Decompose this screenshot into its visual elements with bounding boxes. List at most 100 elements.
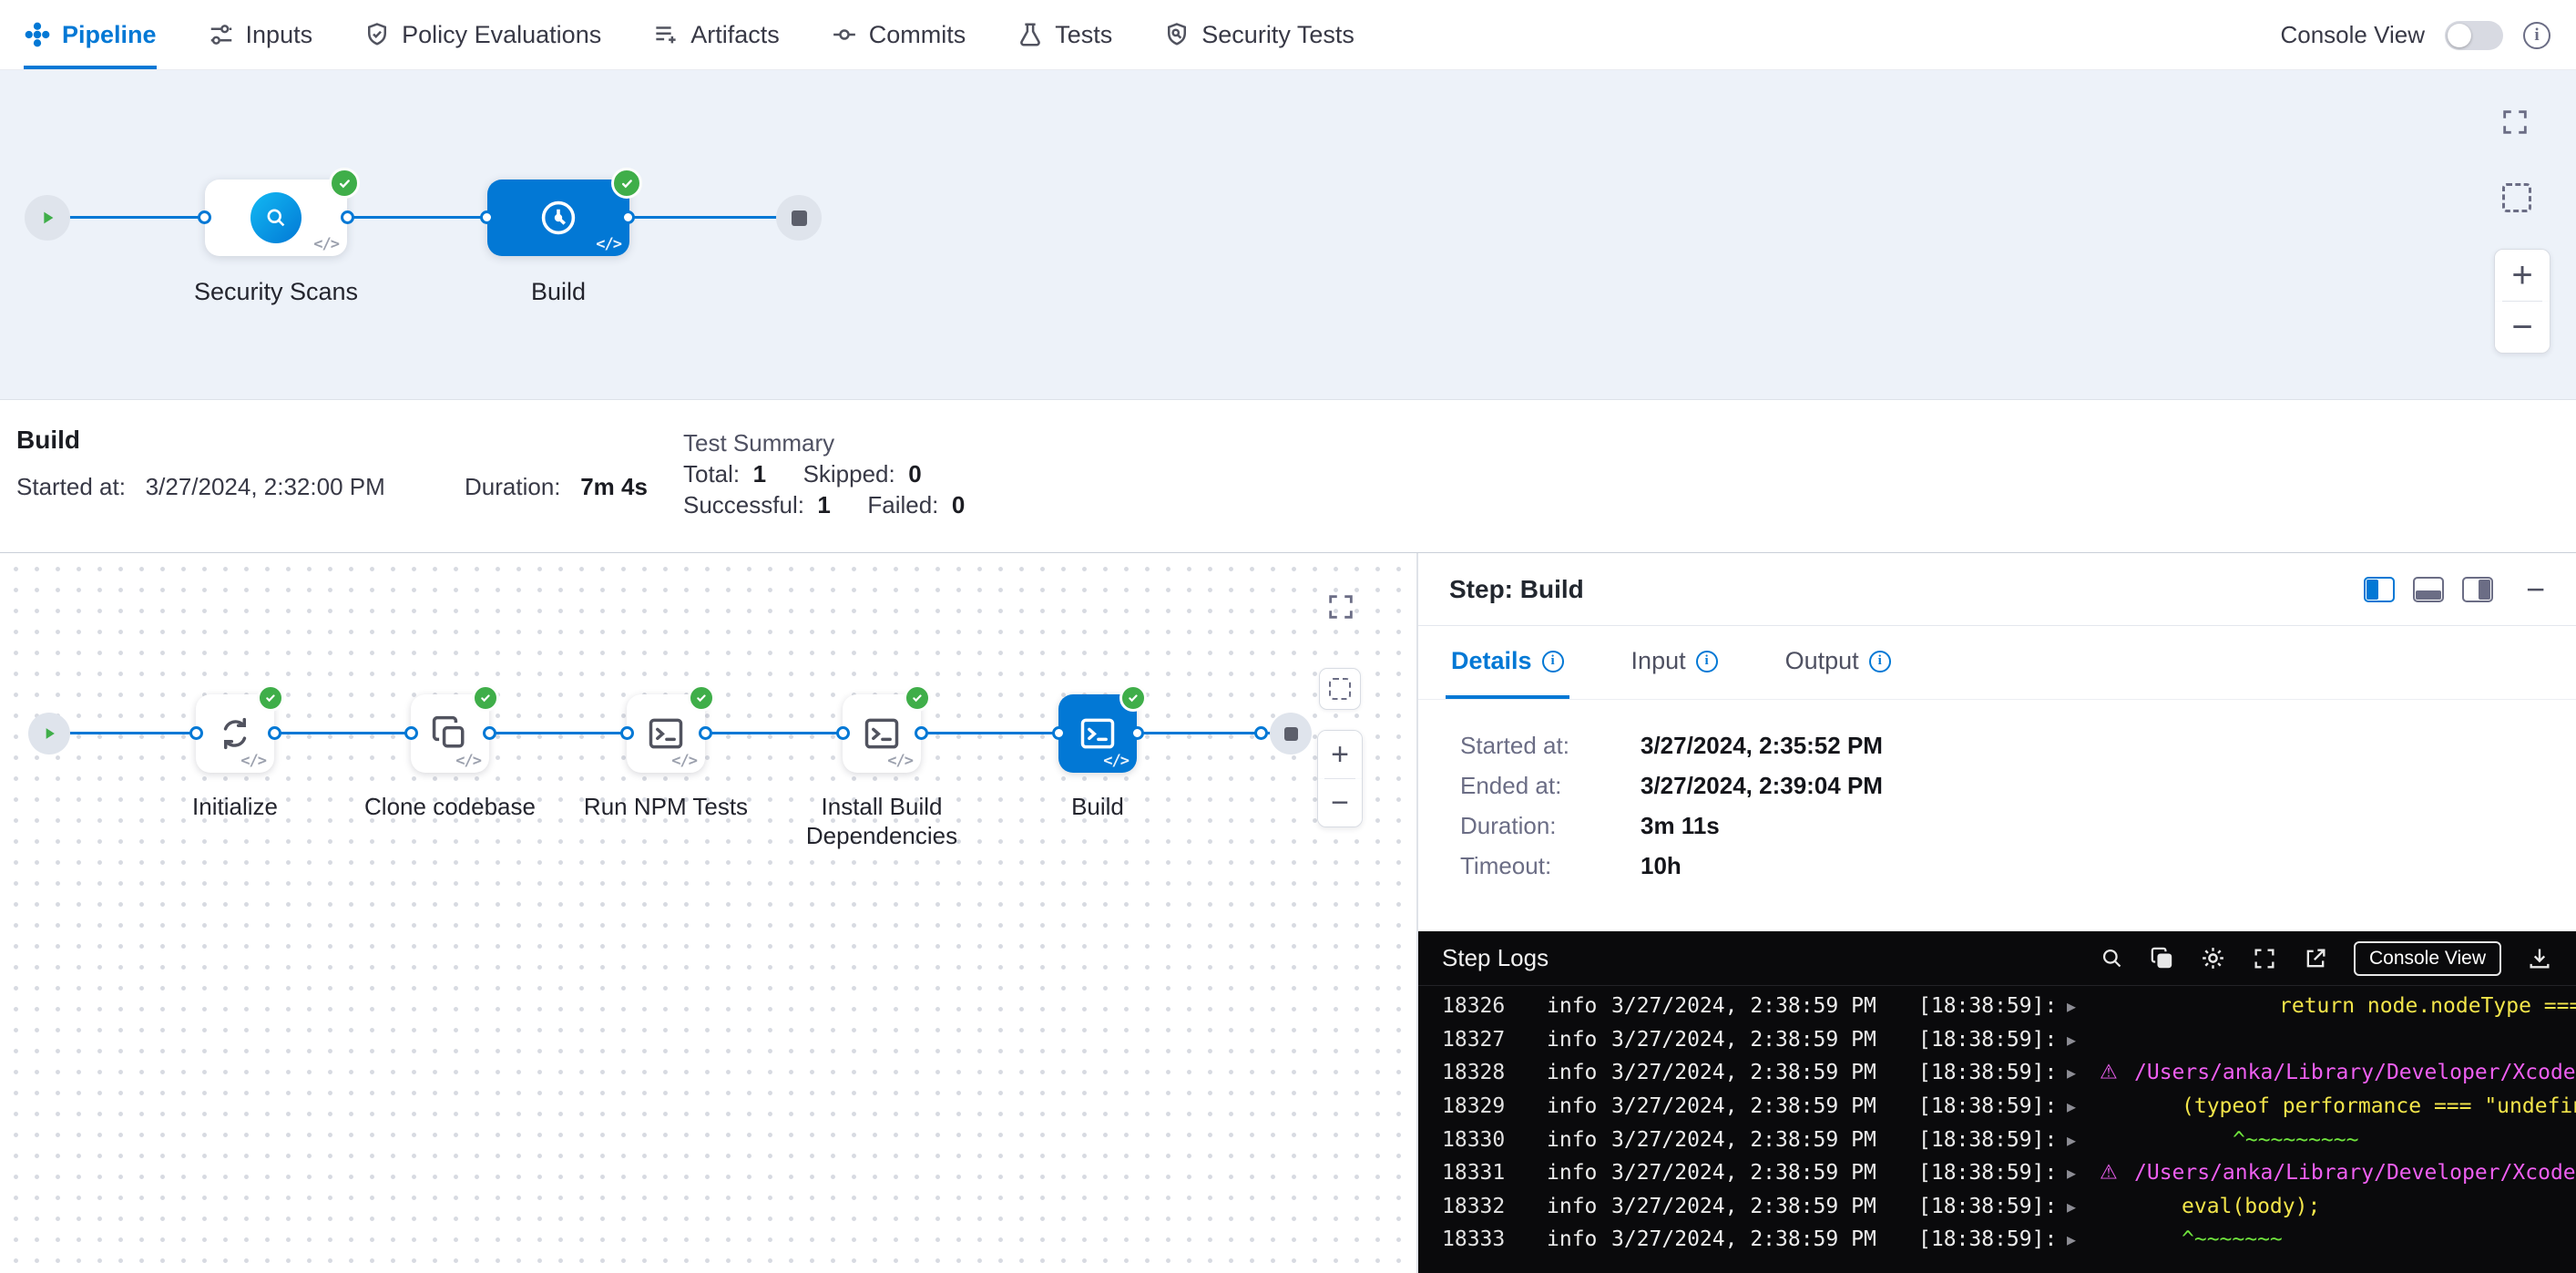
info-icon[interactable]: i bbox=[2523, 22, 2550, 49]
code-icon: </> bbox=[596, 235, 621, 253]
expand-arrow-icon[interactable]: ▸ bbox=[2067, 1062, 2076, 1083]
console-view-button[interactable]: Console View bbox=[2354, 941, 2501, 976]
step-node-build[interactable]: </> bbox=[1058, 694, 1137, 773]
tab-label: Commits bbox=[869, 21, 966, 49]
layout-right-panel-icon[interactable] bbox=[2462, 577, 2493, 602]
stage-connector-line bbox=[47, 216, 799, 219]
tab-input[interactable]: Input i bbox=[1626, 627, 1723, 699]
steps-end-node[interactable] bbox=[1270, 713, 1312, 755]
detail-row: Started at: 3/27/2024, 2:35:52 PM bbox=[1460, 732, 1883, 772]
stage-pipeline-canvas[interactable]: </> </> Security Scans Build + − bbox=[0, 70, 2576, 399]
step-details-list: Started at: 3/27/2024, 2:35:52 PM Ended … bbox=[1460, 732, 1883, 892]
panel-layout-controls: − bbox=[2364, 577, 2545, 602]
copy-icon[interactable] bbox=[2150, 946, 2174, 970]
duration: Duration: 7m 4s bbox=[465, 473, 648, 501]
pipeline-end-node[interactable] bbox=[776, 195, 822, 241]
tab-details[interactable]: Details i bbox=[1446, 627, 1569, 699]
fullscreen-icon[interactable] bbox=[2499, 107, 2530, 142]
info-glyph: i bbox=[1550, 653, 1554, 669]
total-label: Total: bbox=[683, 460, 740, 488]
expand-arrow-icon[interactable]: ▸ bbox=[2067, 1196, 2076, 1217]
layout-left-panel-icon[interactable] bbox=[2364, 577, 2395, 602]
stage-node-build[interactable]: </> bbox=[487, 180, 629, 256]
tab-pipeline[interactable]: Pipeline bbox=[24, 0, 157, 69]
log-line[interactable]: 18333 info 3/27/2024, 2:38:59 PM [18:38:… bbox=[1418, 1223, 2576, 1257]
connector-junction bbox=[268, 726, 281, 740]
info-glyph: i bbox=[2534, 26, 2539, 46]
step-node-run-npm-tests[interactable]: </> bbox=[627, 694, 705, 773]
connector-junction bbox=[480, 210, 494, 224]
log-clock: [18:38:59]: bbox=[1918, 1028, 2057, 1052]
log-line[interactable]: 18327 info 3/27/2024, 2:38:59 PM [18:38:… bbox=[1418, 1023, 2576, 1057]
build-summary-bar: Build Started at: 3/27/2024, 2:32:00 PM … bbox=[0, 399, 2576, 553]
steps-start-node[interactable] bbox=[28, 713, 70, 755]
log-line[interactable]: 18326 info 3/27/2024, 2:38:59 PM [18:38:… bbox=[1418, 990, 2576, 1023]
info-glyph: i bbox=[1705, 653, 1709, 669]
step-pipeline-canvas[interactable]: </> </> </> bbox=[0, 553, 1417, 1273]
step-panel-tabs: Details i Input i Output i bbox=[1418, 627, 2576, 700]
pipeline-start-node[interactable] bbox=[25, 195, 70, 241]
log-line[interactable]: 18332 info 3/27/2024, 2:38:59 PM [18:38:… bbox=[1418, 1190, 2576, 1224]
log-message: ^~~~~~~~ bbox=[2182, 1227, 2576, 1251]
log-line[interactable]: 18328 info 3/27/2024, 2:38:59 PM [18:38:… bbox=[1418, 1056, 2576, 1090]
fullscreen-icon[interactable] bbox=[2252, 946, 2277, 971]
log-clock: [18:38:59]: bbox=[1918, 1094, 2057, 1118]
gear-icon[interactable] bbox=[2200, 945, 2226, 971]
expand-arrow-icon[interactable]: ▸ bbox=[2067, 1228, 2076, 1250]
tab-inputs[interactable]: Inputs bbox=[208, 0, 313, 69]
detail-row: Duration: 3m 11s bbox=[1460, 812, 1883, 852]
search-icon[interactable] bbox=[2100, 946, 2124, 970]
expand-arrow-icon[interactable]: ▸ bbox=[2067, 1095, 2076, 1117]
tab-security-tests[interactable]: Security Tests bbox=[1163, 0, 1354, 69]
zoom-in-button[interactable]: + bbox=[2495, 250, 2550, 301]
zoom-in-button[interactable]: + bbox=[1318, 731, 1362, 778]
expand-arrow-icon[interactable]: ▸ bbox=[2067, 1162, 2076, 1184]
step-node-clone-codebase[interactable]: </> bbox=[411, 694, 489, 773]
log-clock: [18:38:59]: bbox=[1918, 1061, 2057, 1084]
selection-tool-button[interactable] bbox=[1319, 668, 1361, 710]
detail-value: 3/27/2024, 2:39:04 PM bbox=[1641, 772, 1883, 800]
log-level: info bbox=[1547, 1195, 1597, 1218]
security-scan-stage-icon bbox=[250, 192, 302, 243]
tab-output[interactable]: Output i bbox=[1780, 627, 1896, 699]
step-node-initialize[interactable]: </> bbox=[196, 694, 274, 773]
log-line[interactable]: 18330 info 3/27/2024, 2:38:59 PM [18:38:… bbox=[1418, 1123, 2576, 1156]
failed-label: Failed: bbox=[867, 491, 938, 518]
console-view-toggle[interactable] bbox=[2445, 21, 2503, 50]
tab-commits[interactable]: Commits bbox=[831, 0, 966, 69]
tab-policy-evaluations[interactable]: Policy Evaluations bbox=[363, 0, 601, 69]
connector-junction bbox=[620, 726, 634, 740]
tab-artifacts[interactable]: Artifacts bbox=[652, 0, 780, 69]
layout-bottom-panel-icon[interactable] bbox=[2413, 577, 2444, 602]
selection-tool-icon[interactable] bbox=[2502, 183, 2531, 212]
log-line[interactable]: 18329 info 3/27/2024, 2:38:59 PM [18:38:… bbox=[1418, 1090, 2576, 1124]
terminal-icon bbox=[862, 713, 902, 754]
zoom-out-button[interactable]: − bbox=[1318, 779, 1362, 826]
expand-arrow-icon[interactable]: ▸ bbox=[2067, 995, 2076, 1017]
info-icon[interactable]: i bbox=[1869, 651, 1891, 672]
info-icon[interactable]: i bbox=[1542, 651, 1564, 672]
step-label: Clone codebase bbox=[354, 792, 546, 821]
log-line-number: 18329 bbox=[1442, 1094, 1505, 1118]
log-line-number: 18333 bbox=[1442, 1227, 1505, 1251]
zoom-out-button[interactable]: − bbox=[2495, 302, 2550, 353]
fullscreen-icon[interactable] bbox=[1325, 591, 1356, 627]
detail-value: 10h bbox=[1641, 852, 1682, 880]
info-icon[interactable]: i bbox=[1696, 651, 1718, 672]
log-line[interactable]: 18331 info 3/27/2024, 2:38:59 PM [18:38:… bbox=[1418, 1156, 2576, 1190]
connector-junction bbox=[189, 726, 203, 740]
stage-node-security-scans[interactable]: </> bbox=[205, 180, 347, 256]
tab-tests[interactable]: Tests bbox=[1017, 0, 1112, 69]
step-node-install-build-dependencies[interactable]: </> bbox=[843, 694, 921, 773]
minimize-panel-button[interactable]: − bbox=[2526, 577, 2545, 602]
log-level: info bbox=[1547, 1161, 1597, 1185]
external-link-icon[interactable] bbox=[2303, 946, 2328, 971]
log-timestamp: 3/27/2024, 2:38:59 PM bbox=[1611, 1195, 1876, 1218]
step-label: Initialize bbox=[139, 792, 331, 821]
expand-arrow-icon[interactable]: ▸ bbox=[2067, 1029, 2076, 1051]
log-line-number: 18332 bbox=[1442, 1195, 1505, 1218]
play-icon bbox=[37, 208, 57, 228]
expand-arrow-icon[interactable]: ▸ bbox=[2067, 1129, 2076, 1151]
download-icon[interactable] bbox=[2527, 946, 2552, 971]
detail-label: Started at: bbox=[1460, 732, 1641, 760]
